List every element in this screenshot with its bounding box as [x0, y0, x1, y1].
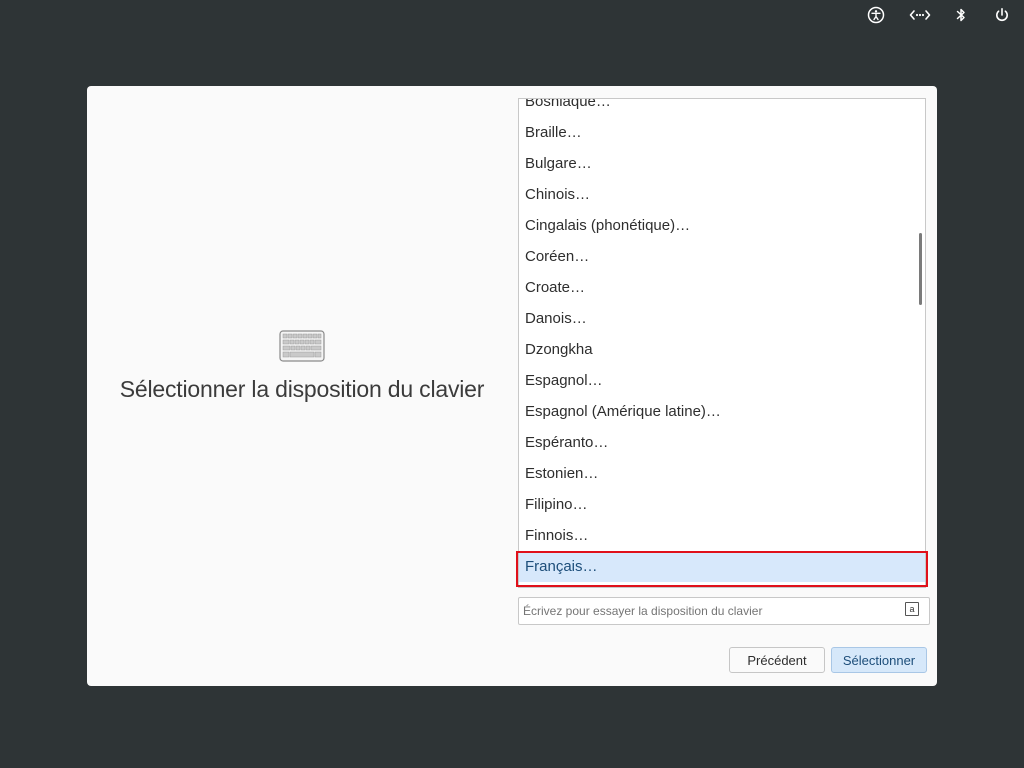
keyboard-layout-dialog: Sélectionner la disposition du clavier B… — [87, 86, 937, 686]
power-icon[interactable] — [993, 6, 1011, 24]
layout-list-item[interactable]: Filipino… — [519, 489, 925, 520]
layout-list-content: Bosniaque… Braille… Bulgare… Chinois… Cingal… — [519, 99, 925, 582]
page-title: Sélectionner la disposition du clavier — [119, 376, 485, 402]
layout-list-item[interactable]: Estonien… — [519, 458, 925, 489]
keyboard-layout-indicator-icon[interactable]: a — [905, 602, 919, 616]
layout-list-item[interactable]: Espagnol… — [519, 365, 925, 396]
layout-list-item[interactable]: Bulgare… — [519, 148, 925, 179]
layout-list-item[interactable]: Croate… — [519, 272, 925, 303]
layout-list-item[interactable]: Cingalais (phonétique)… — [519, 210, 925, 241]
layout-list-item[interactable]: Chinois… — [519, 179, 925, 210]
layout-list-item[interactable]: Coréen… — [519, 241, 925, 272]
bluetooth-icon[interactable] — [952, 6, 970, 24]
layout-list-item[interactable]: Espagnol (Amérique latine)… — [519, 396, 925, 427]
dialog-header-pane: Sélectionner la disposition du clavier — [87, 86, 517, 686]
keyboard-layout-list[interactable]: Bosniaque… Braille… Bulgare… Chinois… Cingal… — [518, 98, 926, 588]
layout-list-item[interactable]: Finnois… — [519, 520, 925, 551]
layout-list-item[interactable]: Braille… — [519, 117, 925, 148]
layout-list-item[interactable]: Français… — [519, 551, 925, 582]
layout-list-item[interactable]: Danois… — [519, 303, 925, 334]
top-bar — [0, 0, 1024, 30]
layout-list-item[interactable]: Dzongkha — [519, 334, 925, 365]
accessibility-icon[interactable] — [867, 6, 885, 24]
layout-list-item[interactable]: Bosniaque… — [519, 99, 925, 117]
previous-button[interactable]: Précédent — [729, 647, 825, 673]
list-scrollbar[interactable] — [919, 233, 922, 305]
network-icon[interactable] — [909, 6, 931, 24]
keyboard-icon — [279, 330, 325, 362]
keyboard-test-input[interactable] — [518, 597, 930, 625]
layout-list-item[interactable]: Espéranto… — [519, 427, 925, 458]
select-button[interactable]: Sélectionner — [831, 647, 927, 673]
